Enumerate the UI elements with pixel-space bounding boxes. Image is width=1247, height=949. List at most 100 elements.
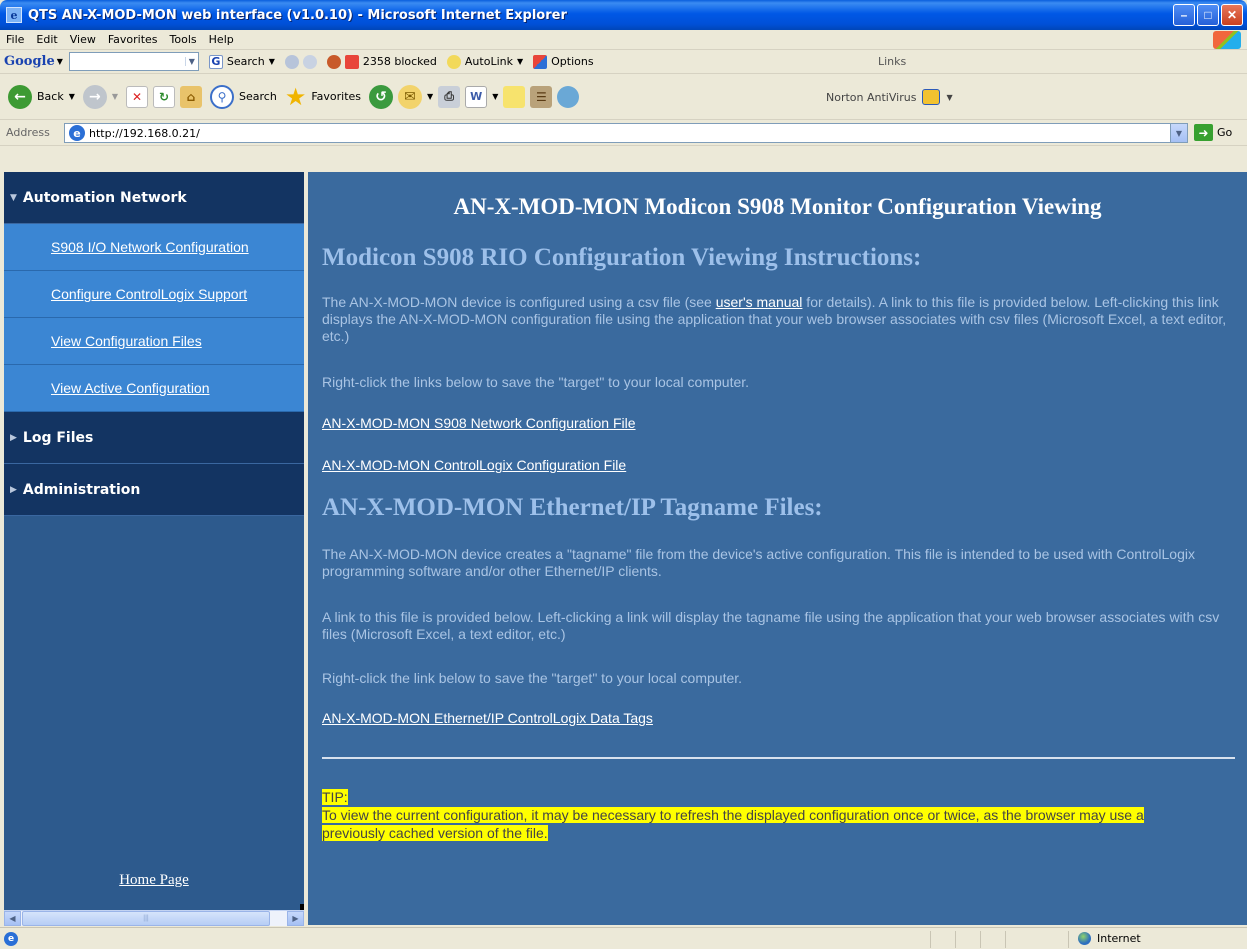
window-title: QTS AN-X-MOD-MON web interface (v1.0.10)…: [28, 7, 567, 23]
address-input[interactable]: e http://192.168.0.21/ ▼: [64, 123, 1188, 143]
maximize-button[interactable]: □: [1197, 4, 1219, 26]
tip-text-line-2: previously cached version of the file.: [322, 825, 548, 841]
status-divider: [980, 931, 981, 948]
heading-rio-instructions: Modicon S908 RIO Configuration Viewing I…: [322, 244, 922, 271]
address-url[interactable]: http://192.168.0.21/: [89, 127, 200, 140]
google-search-button[interactable]: G Search ▼: [208, 54, 275, 69]
sidebar-item-view-active-config[interactable]: View Active Configuration: [4, 365, 304, 412]
mail-icon[interactable]: ✉: [398, 84, 423, 109]
dropdown-arrow-icon[interactable]: ▼: [492, 92, 498, 101]
security-zone[interactable]: Internet: [1078, 932, 1141, 945]
dropdown-arrow-icon[interactable]: ▼: [69, 92, 75, 101]
notes-icon[interactable]: [503, 85, 526, 108]
windows-logo-icon: [1213, 31, 1241, 49]
google-menu-arrow-icon[interactable]: ▼: [57, 57, 63, 66]
menu-bar: File Edit View Favorites Tools Help: [0, 30, 1247, 50]
scroll-right-icon[interactable]: ▶: [287, 911, 304, 926]
favorites-button[interactable]: ★ Favorites: [285, 83, 361, 111]
search-label: Search: [239, 90, 277, 103]
google-search-input[interactable]: ▼: [68, 52, 199, 71]
tip-text-line-1: To view the current configuration, it ma…: [322, 807, 1144, 823]
page-rank-icon[interactable]: [284, 54, 299, 69]
print-icon[interactable]: ⎙: [438, 85, 461, 108]
menu-edit[interactable]: Edit: [30, 33, 63, 46]
paragraph-link-description: A link to this file is provided below. L…: [322, 609, 1220, 642]
dropdown-arrow-icon[interactable]: ▼: [112, 92, 118, 101]
history-icon[interactable]: ↺: [369, 84, 394, 109]
paragraph-right-click-links: Right-click the links below to save the …: [322, 374, 750, 390]
back-button[interactable]: ← Back ▼: [8, 84, 75, 109]
refresh-icon[interactable]: ↻: [153, 85, 176, 108]
main-content-frame: AN-X-MOD-MON Modicon S908 Monitor Config…: [308, 172, 1247, 925]
address-bar: Address e http://192.168.0.21/ ▼ ➜ Go: [0, 120, 1247, 146]
sidebar-link[interactable]: View Active Configuration: [51, 380, 210, 396]
stop-icon[interactable]: ✕: [126, 85, 149, 108]
heading-tagname-files: AN-X-MOD-MON Ethernet/IP Tagname Files:: [322, 494, 823, 521]
sidebar-item-s908-network-config[interactable]: S908 I/O Network Configuration: [4, 224, 304, 271]
sidebar-link[interactable]: Configure ControlLogix Support: [51, 286, 247, 302]
home-page-link-container: Home Page: [4, 872, 304, 889]
home-icon[interactable]: ⌂: [180, 85, 203, 108]
autolink-button[interactable]: AutoLink ▼: [446, 54, 523, 69]
google-g-icon: G: [208, 54, 223, 69]
page-status-icon: e: [4, 931, 18, 946]
section-label: Log Files: [22, 429, 94, 446]
menu-tools[interactable]: Tools: [164, 33, 203, 46]
sidebar-link[interactable]: S908 I/O Network Configuration: [51, 239, 249, 255]
sidebar-item-view-config-files[interactable]: View Configuration Files: [4, 318, 304, 365]
scroll-thumb[interactable]: |||: [22, 911, 270, 926]
status-bar: e Internet: [0, 927, 1247, 949]
tip-box: TIP: To view the current configuration, …: [322, 788, 1232, 842]
controllogix-config-file-link[interactable]: AN-X-MOD-MON ControlLogix Configuration …: [322, 457, 626, 473]
dropdown-arrow-icon[interactable]: ▼: [946, 93, 952, 102]
dropdown-arrow-icon[interactable]: ▼: [517, 57, 523, 66]
menu-file[interactable]: File: [0, 33, 30, 46]
collapsed-arrow-icon: ▶: [10, 432, 17, 443]
google-logo[interactable]: Google: [4, 54, 55, 69]
google-dropdown-icon[interactable]: ▼: [184, 57, 198, 66]
options-button[interactable]: Options: [533, 54, 594, 69]
minimize-button[interactable]: –: [1173, 4, 1195, 26]
ie-page-icon: e: [69, 125, 85, 141]
sidebar-item-configure-controllogix[interactable]: Configure ControlLogix Support: [4, 271, 304, 318]
home-page-link[interactable]: Home Page: [119, 872, 189, 888]
sidebar-section-automation-network[interactable]: ▼ Automation Network: [4, 172, 304, 224]
sidebar-section-administration[interactable]: ▶ Administration: [4, 464, 304, 516]
links-label[interactable]: Links: [878, 55, 906, 68]
options-label: Options: [551, 55, 594, 68]
sidebar-link[interactable]: View Configuration Files: [51, 333, 202, 349]
messenger-icon[interactable]: [557, 85, 580, 108]
expanded-arrow-icon: ▼: [10, 192, 17, 203]
favorites-star-icon: ★: [284, 82, 307, 111]
research-icon[interactable]: ☰: [530, 85, 553, 108]
menu-view[interactable]: View: [64, 33, 102, 46]
menu-favorites[interactable]: Favorites: [102, 33, 164, 46]
go-button[interactable]: ➜ Go: [1194, 124, 1232, 141]
sidebar-horizontal-scrollbar[interactable]: ◀ ||| ▶: [4, 910, 304, 926]
dropdown-arrow-icon[interactable]: ▼: [269, 57, 275, 66]
sidebar-frame: ▼ Automation Network S908 I/O Network Co…: [4, 172, 304, 926]
menu-help[interactable]: Help: [203, 33, 240, 46]
back-label: Back: [37, 90, 64, 103]
word-edit-icon[interactable]: W: [465, 85, 488, 108]
norton-antivirus-button[interactable]: Norton AntiVirus ▼: [826, 89, 953, 105]
autolink-label: AutoLink: [464, 55, 513, 68]
page-info-icon[interactable]: [302, 54, 317, 69]
scroll-left-icon[interactable]: ◀: [4, 911, 21, 926]
users-manual-link[interactable]: user's manual: [716, 294, 803, 310]
search-button[interactable]: ⚲ Search: [210, 84, 277, 109]
google-toolbar: Google ▼ ▼ G Search ▼ 2358 blocked AutoL…: [0, 50, 1247, 74]
google-search-label: Search: [226, 55, 265, 68]
highlight-icon[interactable]: [326, 54, 341, 69]
popup-blocked-count[interactable]: 2358 blocked: [363, 55, 437, 68]
status-divider: [955, 931, 956, 948]
close-button[interactable]: ✕: [1221, 4, 1243, 26]
s908-network-config-file-link[interactable]: AN-X-MOD-MON S908 Network Configuration …: [322, 415, 636, 431]
forward-arrow-icon[interactable]: →: [82, 84, 107, 109]
sidebar-section-log-files[interactable]: ▶ Log Files: [4, 412, 304, 464]
dropdown-arrow-icon[interactable]: ▼: [427, 92, 433, 101]
favorites-label: Favorites: [311, 90, 362, 103]
zone-label: Internet: [1097, 932, 1141, 945]
ethernet-ip-data-tags-link[interactable]: AN-X-MOD-MON Ethernet/IP ControlLogix Da…: [322, 710, 653, 726]
address-dropdown-icon[interactable]: ▼: [1170, 124, 1187, 142]
